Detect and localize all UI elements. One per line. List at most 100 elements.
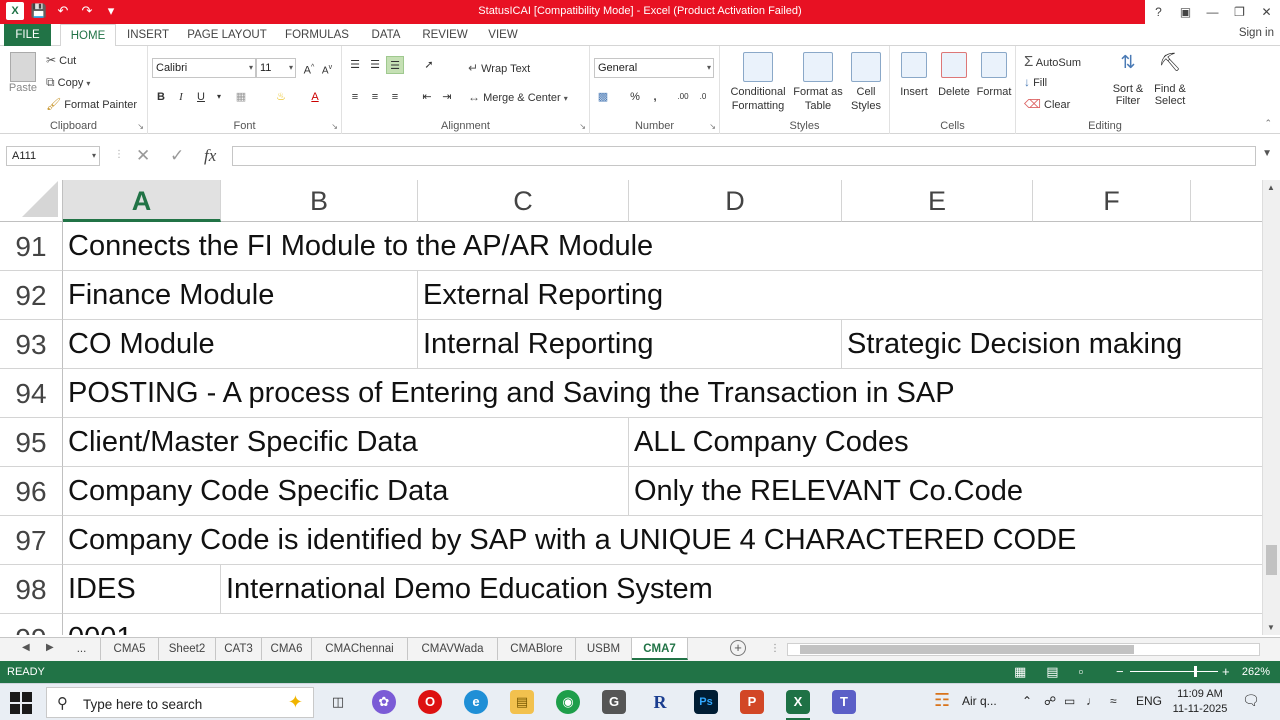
cell-a97[interactable]: Company Code is identified by SAP with a… [63,516,1261,564]
windows-start-icon[interactable] [10,692,32,714]
cell-a93[interactable]: CO Module [63,320,417,368]
align-center-icon[interactable]: ≡ [366,88,384,106]
taskbar-search-box[interactable]: ⚲ Type here to search ✦ [46,687,314,718]
align-right-icon[interactable]: ≡ [386,88,404,106]
collapse-ribbon-icon[interactable]: ⌃ [1264,118,1272,129]
sheet-tab-usbm[interactable]: USBM [576,638,632,660]
cell-a91[interactable]: Connects the FI Module to the AP/AR Modu… [63,222,1261,270]
row-header-98[interactable]: 98 [0,565,63,614]
normal-view-icon[interactable]: ▦ [1014,664,1026,680]
taskbar-clock[interactable]: 11:09 AM 11-11-2025 [1170,687,1230,717]
align-bottom-icon[interactable]: ☰ [386,56,404,74]
font-size-combo[interactable]: 11 ▾ [256,58,296,78]
delete-cells-button[interactable]: Delete [934,52,974,98]
sheet-tab-cat3[interactable]: CAT3 [216,638,262,660]
horizontal-scrollbar[interactable] [787,643,1260,656]
row-header-91[interactable]: 91 [0,222,63,271]
decrease-font-icon[interactable]: Av [318,59,336,77]
vertical-scroll-thumb[interactable] [1266,545,1277,575]
sheet-tab-cmablore[interactable]: CMABlore [498,638,576,660]
cell-b98[interactable]: International Demo Education System [221,565,1261,613]
decrease-indent-icon[interactable]: ⇤ [418,88,436,106]
tab-split-grip-icon[interactable]: ⋮ [770,643,780,654]
chevron-down-icon[interactable]: ▾ [210,88,228,106]
scroll-down-icon[interactable]: ▼ [1267,623,1275,632]
show-hidden-icons-icon[interactable]: ⌃ [1022,694,1032,708]
page-layout-view-icon[interactable]: ▤ [1046,664,1058,680]
fill-color-icon[interactable]: ♨ [272,88,290,106]
sheet-tab-cma5[interactable]: CMA5 [101,638,159,660]
autosum-button[interactable]: Σ AutoSum [1024,53,1081,70]
zoom-out-icon[interactable]: − [1116,664,1124,679]
prev-sheet-icon[interactable]: ◀ [22,642,30,653]
worksheet-grid[interactable]: ABCDEF 91 Connects the FI Module to the A… [0,180,1262,635]
cell-a99[interactable]: 0001 [63,614,1261,635]
cancel-icon[interactable]: ✕ [136,146,150,166]
column-header-a[interactable]: A [63,180,221,222]
dialog-launcher-icon[interactable]: ↘ [331,122,338,131]
zoom-in-icon[interactable]: + [1222,664,1230,679]
insert-cells-button[interactable]: Insert [896,52,932,98]
row-header-92[interactable]: 92 [0,271,63,320]
sheet-tab-cmachennai[interactable]: CMAChennai [312,638,408,660]
sign-in-link[interactable]: Sign in [1239,27,1274,39]
copy-button[interactable]: ⧉ Copy ▾ [46,75,90,90]
format-painter-button[interactable]: 🖌 Format Painter [46,97,137,111]
file-explorer-icon[interactable]: ▤ [510,690,534,714]
tab-data[interactable]: DATA [364,24,408,46]
task-view-icon[interactable]: ◫ [326,690,350,714]
cell-a94[interactable]: POSTING - A process of Entering and Savi… [63,369,1261,417]
cell-d96[interactable]: Only the RELEVANT Co.Code [629,467,1261,515]
italic-button[interactable]: I [172,88,190,106]
column-header-c[interactable]: C [418,180,629,222]
tab-view[interactable]: VIEW [482,24,524,46]
meet-now-icon[interactable]: ☍ [1044,694,1056,708]
tab-file[interactable]: FILE [4,24,51,46]
clear-button[interactable]: ⌫ Clear [1024,97,1070,111]
teams-icon[interactable]: T [832,690,856,714]
cell-a95[interactable]: Client/Master Specific Data [63,418,628,466]
align-left-icon[interactable]: ≡ [346,88,364,106]
number-format-combo[interactable]: General ▾ [594,58,714,78]
close-icon[interactable]: ✕ [1253,0,1280,24]
more-sheets-button[interactable]: ... [63,638,101,660]
bold-button[interactable]: B [152,88,170,106]
accounting-format-icon[interactable]: ▩ [594,88,612,106]
cell-c93[interactable]: Internal Reporting [418,320,841,368]
zoom-level[interactable]: 262% [1242,666,1270,678]
help-icon[interactable]: ? [1145,0,1172,24]
edge-icon[interactable]: e [464,690,488,714]
increase-indent-icon[interactable]: ⇥ [438,88,456,106]
input-language[interactable]: ENG [1136,694,1162,708]
ribbon-display-icon[interactable]: ▣ [1172,0,1199,24]
column-header-f[interactable]: F [1033,180,1191,222]
column-header-d[interactable]: D [629,180,842,222]
opera-icon[interactable]: O [418,690,442,714]
cell-styles-button[interactable]: Cell Styles [846,52,886,118]
photoshop-icon[interactable]: Ps [694,690,718,714]
powerpoint-icon[interactable]: P [740,690,764,714]
tab-formulas[interactable]: FORMULAS [282,24,352,46]
decrease-decimal-icon[interactable]: .0 [694,88,712,106]
app-icon-r[interactable]: R [648,690,672,714]
column-header-g[interactable] [1191,180,1262,222]
dialog-launcher-icon[interactable]: ↘ [579,122,586,131]
formula-input[interactable] [232,146,1256,166]
row-header-99[interactable]: 99 [0,614,63,635]
copilot-app-icon[interactable]: ✿ [372,690,396,714]
column-header-e[interactable]: E [842,180,1033,222]
increase-font-icon[interactable]: A^ [300,59,318,77]
excel-taskbar-icon[interactable]: X [786,690,810,714]
zoom-slider-track[interactable] [1130,671,1218,672]
expand-formula-bar-icon[interactable]: ▼ [1262,148,1272,159]
insert-function-icon[interactable]: fx [204,146,216,166]
wrap-text-button[interactable]: ↵ Wrap Text [468,61,530,75]
tab-home[interactable]: HOME [60,24,116,47]
next-sheet-icon[interactable]: ▶ [46,642,54,653]
format-as-table-button[interactable]: Format as Table [790,52,846,118]
chrome-icon[interactable]: ◉ [556,690,580,714]
minimize-icon[interactable]: — [1199,0,1226,24]
select-all-corner[interactable] [0,180,63,222]
horizontal-scroll-thumb[interactable] [800,645,1134,654]
align-top-icon[interactable]: ☰ [346,56,364,74]
